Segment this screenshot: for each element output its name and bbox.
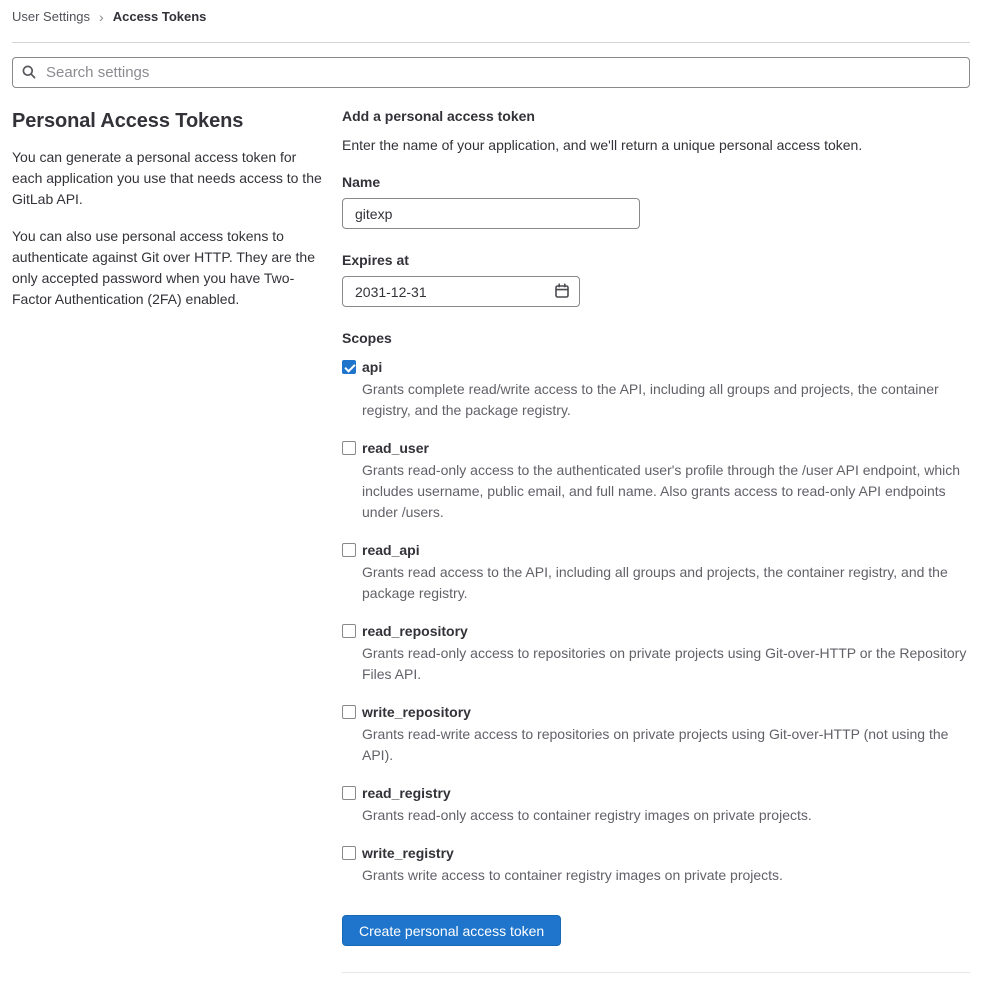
scope-checkbox[interactable] bbox=[342, 623, 356, 638]
scope-name-label[interactable]: write_registry bbox=[362, 845, 454, 861]
access-tokens-page: User Settings › Access Tokens Personal A… bbox=[0, 0, 993, 982]
scope-description: Grants complete read/write access to the… bbox=[362, 381, 939, 418]
scope-name-label[interactable]: write_repository bbox=[362, 704, 471, 720]
scope-name-label[interactable]: read_repository bbox=[362, 623, 468, 639]
content-columns: Personal Access Tokens You can generate … bbox=[12, 106, 970, 973]
token-name-input[interactable] bbox=[342, 198, 640, 229]
description-paragraph-1: You can generate a personal access token… bbox=[12, 149, 322, 207]
scope-checkbox[interactable] bbox=[342, 785, 356, 800]
scope-name-label[interactable]: read_api bbox=[362, 542, 420, 558]
scope-checkbox[interactable] bbox=[342, 359, 356, 374]
header-divider bbox=[12, 42, 970, 43]
chevron-right-icon: › bbox=[99, 9, 104, 25]
form-subtitle: Enter the name of your application, and … bbox=[342, 137, 863, 153]
scope-row: write_repository Grants read-write acces… bbox=[342, 701, 970, 766]
scope-row: read_user Grants read-only access to the… bbox=[342, 437, 970, 523]
name-label: Name bbox=[342, 174, 381, 190]
breadcrumb-current-page: Access Tokens bbox=[112, 9, 207, 24]
expires-field-group: Expires at bbox=[342, 250, 970, 307]
create-token-button[interactable]: Create personal access token bbox=[342, 915, 562, 946]
settings-search bbox=[12, 57, 970, 88]
scope-row: read_repository Grants read-only access … bbox=[342, 620, 970, 685]
search-input[interactable] bbox=[12, 57, 970, 88]
scopes-label: Scopes bbox=[342, 330, 392, 346]
scope-checkbox[interactable] bbox=[342, 845, 356, 860]
scopes-list: api Grants complete read/write access to… bbox=[342, 356, 970, 886]
breadcrumb-user-settings[interactable]: User Settings bbox=[12, 9, 90, 25]
form-bottom-divider bbox=[342, 972, 970, 973]
scope-name-label[interactable]: api bbox=[362, 359, 382, 375]
form-title: Add a personal access token bbox=[342, 108, 535, 124]
scope-name-label[interactable]: read_registry bbox=[362, 785, 451, 801]
breadcrumb: User Settings › Access Tokens bbox=[12, 0, 970, 33]
scope-name-label[interactable]: read_user bbox=[362, 440, 429, 456]
page-title: Personal Access Tokens bbox=[12, 110, 244, 132]
scope-checkbox[interactable] bbox=[342, 440, 356, 455]
scope-description: Grants read-only access to the authentic… bbox=[362, 462, 961, 520]
scope-checkbox[interactable] bbox=[342, 704, 356, 719]
scope-row: read_registry Grants read-only access to… bbox=[342, 782, 970, 826]
section-description: Personal Access Tokens You can generate … bbox=[12, 106, 322, 973]
expires-label: Expires at bbox=[342, 252, 409, 268]
scope-row: api Grants complete read/write access to… bbox=[342, 356, 970, 421]
scope-checkbox[interactable] bbox=[342, 542, 356, 557]
scope-description: Grants read-only access to container reg… bbox=[362, 807, 812, 823]
expires-at-input[interactable] bbox=[342, 276, 580, 307]
description-paragraph-2: You can also use personal access tokens … bbox=[12, 228, 315, 307]
scope-row: write_registry Grants write access to co… bbox=[342, 842, 970, 886]
scope-description: Grants read-write access to repositories… bbox=[362, 726, 949, 763]
token-form: Add a personal access token Enter the na… bbox=[342, 106, 970, 973]
scope-description: Grants read access to the API, including… bbox=[362, 564, 948, 601]
name-field-group: Name bbox=[342, 172, 970, 229]
scope-description: Grants write access to container registr… bbox=[362, 867, 783, 883]
scope-row: read_api Grants read access to the API, … bbox=[342, 539, 970, 604]
scope-description: Grants read-only access to repositories … bbox=[362, 645, 967, 682]
